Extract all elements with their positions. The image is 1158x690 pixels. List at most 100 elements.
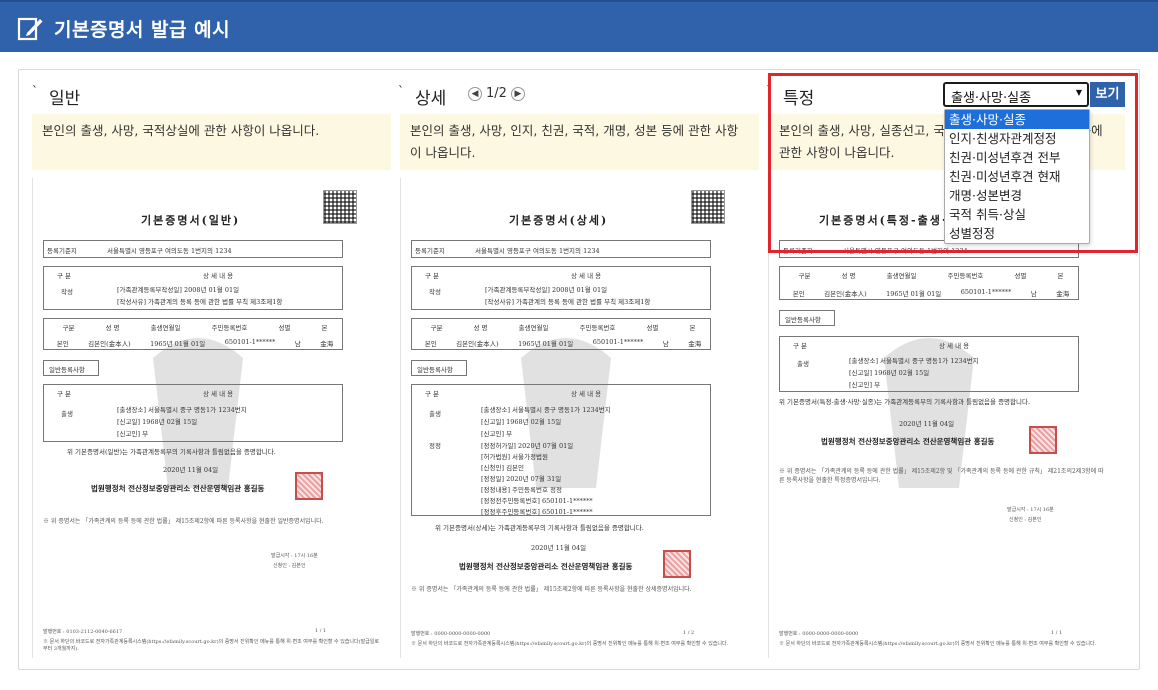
row-detail: [출생장소] 서울특별시 중구 명동1가 1234번지 — [849, 357, 979, 365]
cell: 본 — [1057, 272, 1064, 280]
pager-label: 1/2 — [486, 86, 507, 101]
dropdown-option[interactable]: 인지·친생자관계정정 — [945, 129, 1089, 148]
row-detail: [가족관계등록부작성일] 2008년 01월 01일 — [117, 286, 240, 294]
chevron-down-icon: ▼ — [1075, 88, 1082, 97]
row-label: 작성 — [429, 288, 441, 296]
cell: 주민등록번호 — [947, 272, 984, 280]
general-label: 일반등록사항 — [417, 366, 453, 374]
applicant: 신청인 : 김본인 — [1009, 517, 1042, 523]
cell: 650101-1****** — [960, 288, 1012, 296]
row-detail: [정정전주민등록번호] 650101-1****** — [481, 497, 593, 505]
cell: 성 명 — [841, 272, 856, 280]
applicant: 신청인 : 김본인 — [273, 563, 306, 569]
dropdown-option[interactable]: 친권·미성년후견 현재 — [945, 167, 1089, 186]
cell: 성 명 — [473, 324, 488, 332]
certificate-title: 기본증명서(일반) — [141, 214, 241, 227]
row-detail: [신고인] 부 — [117, 430, 149, 438]
official-seal — [663, 550, 691, 578]
issuer-name: 법원행정처 전산정보중앙관리소 전산운영책임관 홍길동 — [459, 562, 633, 571]
row-detail: [신고일] 1968년 02월 15일 — [117, 418, 198, 426]
bullet-icon: ˋ — [398, 84, 404, 98]
cell: 남 — [662, 340, 669, 348]
row-detail: [작성사유] 가족관계의 등록 등에 관한 법률 부칙 제3조제1항 — [485, 298, 651, 306]
certify-text: 위 기본증명서(상세)는 가족관계등록부의 기록사항과 틀림없음을 증명합니다. — [435, 524, 644, 532]
serial-number: 발행번호 : 0000-0000-0000-0000 — [411, 631, 491, 637]
cell: 본인 — [56, 340, 69, 348]
view-button[interactable]: 보기 — [1090, 82, 1125, 107]
cell: 金海 — [1056, 290, 1070, 298]
person-value-row: 본인 김본인(金本人) 1965년 01월 01일 650101-1******… — [783, 288, 1079, 298]
person-header-row: 구분 성 명 출생연월일 주민등록번호 성별 본 — [783, 270, 1079, 280]
dropdown-option[interactable]: 친권·미성년후견 전부 — [945, 148, 1089, 167]
person-header-row: 구분 성 명 출생연월일 주민등록번호 성별 본 — [415, 322, 711, 332]
issue-date: 2020년 11월 04일 — [163, 466, 219, 474]
cell: 구분 — [430, 324, 443, 332]
page-header: 기본증명서 발급 예시 — [0, 0, 1158, 52]
cell: 1965년 01월 01일 — [886, 290, 942, 298]
registry-label: 등록기준지 — [47, 247, 77, 255]
cell: 성별 — [1014, 272, 1027, 280]
section-header: 구 분 — [57, 390, 72, 398]
cell: 650101-1****** — [592, 338, 644, 346]
row-detail: [허가법원] 서울가정법원 — [481, 453, 548, 461]
cell: 650101-1****** — [224, 338, 276, 346]
prev-page-icon[interactable]: ◀ — [468, 86, 482, 101]
section-header: 구 분 — [425, 390, 440, 398]
person-value-row: 본인 김본인(金本人) 1965년 01월 01일 650101-1******… — [47, 338, 343, 348]
row-detail: [정정허가일] 2020년 07월 01일 — [481, 442, 574, 450]
cell: 구분 — [62, 324, 75, 332]
serial-number: 발행번호 : 0103-2112-0040-6617 — [43, 629, 123, 635]
footnote: ※ 문서 하단의 바코드로 전자가족관계등록시스템(https://efamil… — [779, 641, 1097, 647]
dropdown-option[interactable]: 출생·사망·실종 — [945, 110, 1089, 129]
certificate-preview-specific: 기본증명서(특정-출생·사망·실종) 등록기준지 서울특별시 영등포구 여의도동… — [768, 178, 1126, 658]
row-label: 출생 — [797, 360, 809, 368]
row-label: 작성 — [61, 288, 73, 296]
cell: 출생연월일 — [518, 324, 549, 332]
section-header: 상 세 내 용 — [203, 390, 234, 398]
cell: 본 — [689, 324, 696, 332]
page-title: 기본증명서 발급 예시 — [54, 19, 231, 41]
cell: 출생연월일 — [150, 324, 181, 332]
dropdown-option[interactable]: 성별정정 — [945, 224, 1089, 243]
issue-date: 2020년 11월 04일 — [531, 544, 587, 552]
cell: 金海 — [320, 340, 334, 348]
cell: 김본인(金本人) — [824, 290, 867, 298]
section-header: 상 세 내 용 — [571, 272, 602, 280]
cell: 1965년 01월 01일 — [518, 340, 574, 348]
registry-value: 서울특별시 영등포구 여의도동 1번지의 1234 — [475, 247, 600, 255]
cell: 주민등록번호 — [211, 324, 248, 332]
dropdown-option[interactable]: 개명·성본변경 — [945, 186, 1089, 205]
official-seal — [295, 472, 323, 500]
cell: 출생연월일 — [886, 272, 917, 280]
column-title-general: ˋ 일반 — [32, 84, 81, 109]
row-detail: [신고일] 1968년 02월 15일 — [849, 369, 930, 377]
barcode-icon — [323, 190, 357, 224]
row-detail: [작성사유] 가족관계의 등록 등에 관한 법률 부칙 제3조제1항 — [117, 298, 283, 306]
section-header: 상 세 내 용 — [571, 390, 602, 398]
cell: 김본인(金本人) — [88, 340, 131, 348]
section-header: 구 분 — [793, 342, 808, 350]
doc-page: 1 / 1 — [315, 628, 327, 634]
row-detail: [출생장소] 서울특별시 중구 명동1가 1234번지 — [481, 406, 611, 414]
row-detail: [신고인] 부 — [849, 381, 881, 389]
issuer-name: 법원행정처 전산정보중앙관리소 전산운영책임관 홍길동 — [821, 437, 995, 446]
section-header: 상 세 내 용 — [203, 272, 234, 280]
row-label: 출생 — [61, 410, 73, 418]
bullet-icon: ˋ — [766, 84, 772, 98]
barcode-icon — [691, 190, 725, 224]
description-general: 본인의 출생, 사망, 국적상실에 관한 사항이 나옵니다. — [32, 114, 391, 170]
row-detail: [신청인] 김본인 — [481, 464, 525, 472]
cell: 1965년 01월 01일 — [150, 340, 206, 348]
doc-page: 1 / 2 — [683, 630, 695, 636]
certificate-type-select[interactable]: 출생·사망·실종 ▼ — [943, 82, 1089, 107]
row-detail: [정정후주민등록번호] 650101-1****** — [481, 508, 593, 516]
registry-value: 서울특별시 영등포구 여의도동 1번지의 1234 — [843, 247, 968, 255]
section-header: 구 분 — [425, 272, 440, 280]
next-page-icon[interactable]: ▶ — [510, 86, 525, 101]
row-detail: [신고일] 1968년 02월 15일 — [481, 418, 562, 426]
general-label: 일반등록사항 — [785, 316, 821, 324]
detail-pager: ◀ 1/2 ▶ — [468, 86, 525, 101]
row-label: 정정 — [429, 442, 441, 450]
dropdown-option[interactable]: 국적 취득·상실 — [945, 205, 1089, 224]
cell: 본인 — [792, 290, 805, 298]
